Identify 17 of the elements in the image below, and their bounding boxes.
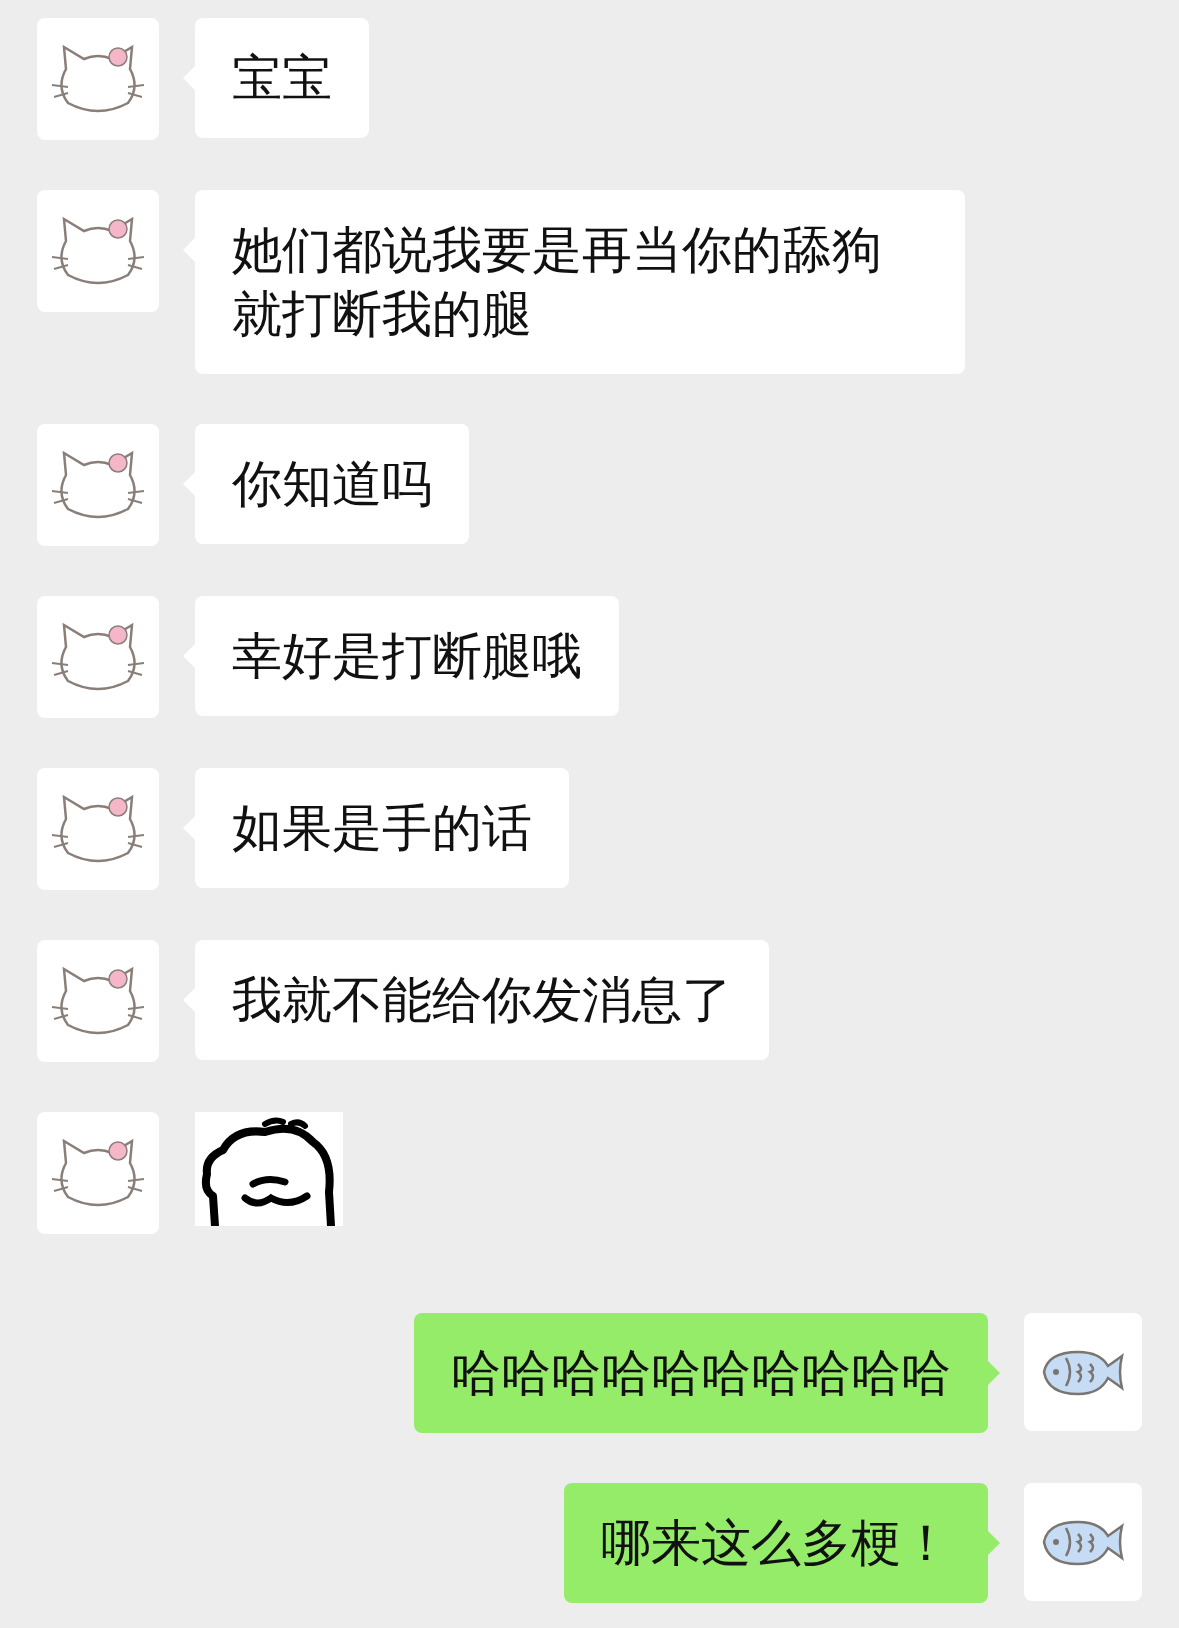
cat-avatar[interactable] [37,1112,159,1234]
message-bubble[interactable]: 幸好是打断腿哦 [195,596,619,716]
cat-avatar[interactable] [37,768,159,890]
cat-avatar[interactable] [37,596,159,718]
cat-avatar[interactable] [37,18,159,140]
cat-avatar[interactable] [37,940,159,1062]
cat-avatar[interactable] [37,190,159,312]
message-bubble[interactable]: 如果是手的话 [195,768,569,888]
message-bubble[interactable]: 你知道吗 [195,424,469,544]
message-bubble[interactable]: 我就不能给你发消息了 [195,940,769,1060]
fish-avatar[interactable] [1024,1313,1142,1431]
fish-avatar[interactable] [1024,1483,1142,1601]
message-bubble[interactable]: 宝宝 [195,18,369,138]
cat-avatar[interactable] [37,424,159,546]
message-bubble[interactable]: 她们都说我要是再当你的舔狗就打断我的腿 [195,190,965,374]
message-bubble[interactable]: 哈哈哈哈哈哈哈哈哈哈 [414,1313,988,1433]
message-bubble[interactable]: 哪来这么多梗！ [564,1483,988,1603]
